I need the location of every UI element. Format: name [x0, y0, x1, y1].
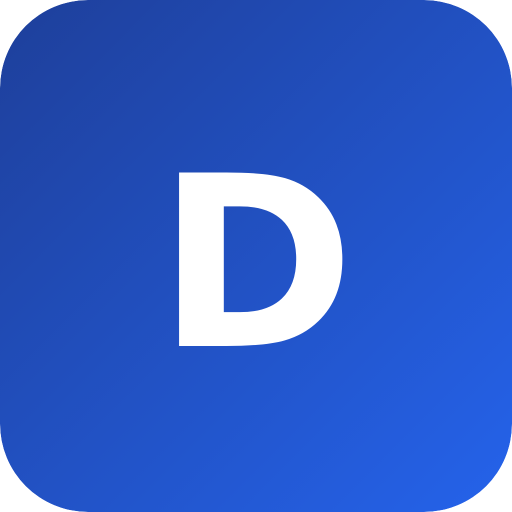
app-icon: D [0, 0, 512, 512]
app-icon-graphic: D [0, 0, 512, 512]
app-icon-letter: D [157, 126, 355, 403]
